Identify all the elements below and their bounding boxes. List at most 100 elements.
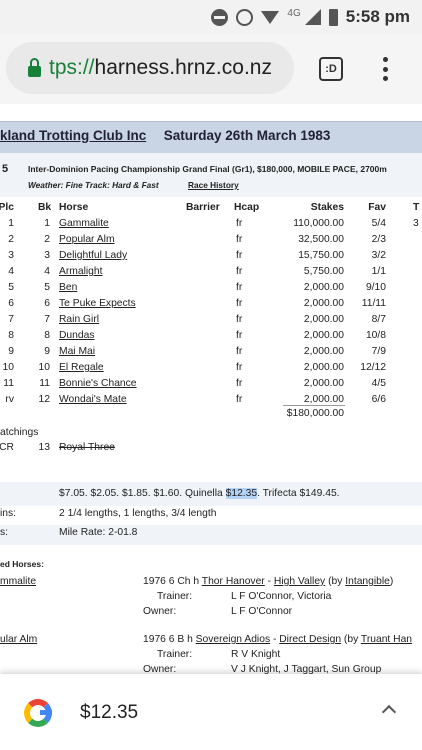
wifi-icon [261,10,280,24]
margins-label: ins: [0,508,17,519]
horse-name[interactable]: Te Puke Expects [59,298,136,309]
meeting-banner: kland Trotting Club Inc Saturday 26th Ma… [0,121,422,153]
battery-icon [328,8,338,26]
plc-cell: 1 [8,218,14,229]
horse-link[interactable]: El Regale [59,362,104,373]
plc-cell: 3 [8,250,14,261]
url-host: harness.hrnz.co.nz [94,56,272,79]
fav-cell: 9/10 [365,282,386,293]
damsire-link[interactable]: Truant Han [361,634,412,645]
dividends-row: $7.05. $2.05. $1.85. $1.60. Quinella $12… [0,482,422,506]
horse-link[interactable]: Armalight [59,266,103,277]
horse-name[interactable]: Mai Mai [59,346,95,357]
contextual-search-bar[interactable]: $12.35 [0,674,422,750]
horse-name[interactable]: Rain Girl [59,314,99,325]
horse-link[interactable]: Dundas [59,330,95,341]
owner-label: Owner: [143,664,177,674]
stakes-cell: 2,000.00 [303,346,344,357]
horse-name[interactable]: Delightful Lady [59,250,127,261]
lock-icon[interactable] [28,57,41,77]
bk-cell: 12 [38,394,50,405]
hcap-cell: fr [236,250,243,261]
do-not-disturb-icon [211,8,229,26]
chevron-up-icon[interactable] [381,704,397,720]
stakes-cell: 2,000.00 [303,298,344,309]
hcap-cell: fr [236,330,243,341]
sire-link[interactable]: Sovereign Adios [196,634,270,645]
hcap-cell: fr [236,282,243,293]
web-page: kland Trotting Club Inc Saturday 26th Ma… [0,104,422,674]
horse-name[interactable]: Wondai's Mate [59,394,127,405]
network-type: 4G [287,8,301,19]
header-bk: Bk [38,202,52,213]
placed-horse-link[interactable]: ular Alm [0,634,37,645]
horse-link[interactable]: Wondai's Mate [59,394,127,405]
status-bar: 4G 5:58 pm [0,0,422,34]
horse-link[interactable]: Te Puke Expects [59,298,136,309]
scratching-row: CR 13 Royal Three [0,442,422,457]
stakes-cell: 110,000.00 [293,218,344,229]
fav-cell: 7/9 [371,346,386,357]
results-table-header: Plc Bk Horse Barrier Hcap Stakes Fav T [0,202,422,217]
hcap-cell: fr [236,362,243,373]
margins-value: 2 1/4 lengths, 1 lengths, 3/4 length [59,508,217,519]
header-stakes: Stakes [310,202,344,213]
owner-value: V J Knight, J Taggart, Sun Group [231,664,382,674]
race-title: Inter-Dominion Pacing Championship Grand… [28,164,387,174]
horse-name[interactable]: Ben [59,282,77,293]
search-term[interactable]: $12.35 [80,702,138,724]
stakes-cell: 2,000.00 [303,314,344,325]
horse-link[interactable]: Delightful Lady [59,250,127,261]
hcap-cell: fr [236,314,243,325]
horse-link[interactable]: Rain Girl [59,314,99,325]
horse-link[interactable]: Ben [59,282,77,293]
bk-cell: 8 [44,330,50,341]
bk-cell: 9 [44,346,50,357]
owner-value: L F O'Connor [231,606,293,617]
hcap-cell: fr [236,378,243,389]
scratchings-label: atchings [0,427,39,438]
damsire-link[interactable]: Intangible [345,576,390,587]
dam-link[interactable]: Direct Design [279,634,341,645]
horse-link[interactable]: Popular Alm [59,234,115,245]
dam-link[interactable]: High Valley [274,576,325,587]
pedigree: 1976 6 B h Sovereign Adios - Direct Desi… [143,634,413,645]
time-value: Mile Rate: 2-01.8 [59,527,138,538]
signal-icon [304,9,321,25]
fav-cell: 4/5 [371,378,386,389]
horse-name[interactable]: El Regale [59,362,104,373]
fav-cell: 5/4 [371,218,386,229]
extra-cell: 3 [413,218,419,229]
bk-cell: 2 [44,234,50,245]
placed-horse-link[interactable]: mmalite [0,576,36,587]
horse-name[interactable]: Gammalite [59,218,109,229]
horse-name[interactable]: Armalight [59,266,103,277]
horse-link[interactable]: Gammalite [59,218,109,229]
more-menu-icon[interactable] [380,54,390,84]
sire-link[interactable]: Thor Hanover [202,576,265,587]
stakes-cell: 5,750.00 [303,266,344,277]
fav-cell: 10/8 [365,330,386,341]
address-bar[interactable]: tps:// harness.hrnz.co.nz [6,42,294,94]
stakes-cell: 2,000.00 [303,394,344,405]
horse-name[interactable]: Bonnie's Chance [59,378,137,389]
plc-cell: 10 [2,362,14,373]
hcap-cell: fr [236,394,243,405]
tab-switcher-button[interactable]: :D [319,57,343,81]
horse-name[interactable]: Popular Alm [59,234,115,245]
hcap-cell: fr [236,266,243,277]
race-history-link[interactable]: Race History [188,180,239,190]
header-plc: Plc [0,202,14,213]
horse-name[interactable]: Dundas [59,330,95,341]
total-divider [283,405,345,406]
search-match: $12.35 [225,488,258,499]
dividends-text: $7.05. $2.05. $1.85. $1.60. Quinella $12… [59,488,340,499]
horse-link[interactable]: Mai Mai [59,346,95,357]
bk-cell: 4 [44,266,50,277]
scratched-horse: Royal Three [59,442,115,453]
stakes-cell: 2,000.00 [303,282,344,293]
club-link[interactable]: kland Trotting Club Inc [0,128,146,143]
trainer-value: L F O'Connor, Victoria [231,591,332,602]
horse-link[interactable]: Bonnie's Chance [59,378,137,389]
fav-cell: 6/6 [371,394,386,405]
